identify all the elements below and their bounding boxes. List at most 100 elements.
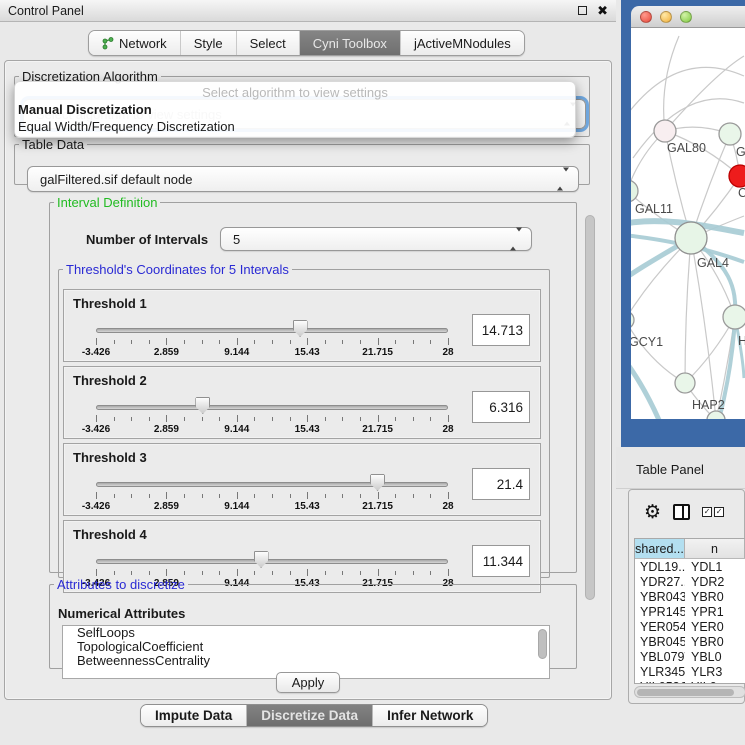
- slider-ticks: [96, 415, 448, 423]
- table-cell[interactable]: YER0: [685, 620, 745, 634]
- tab-impute-data[interactable]: Impute Data: [141, 705, 247, 726]
- float-window-icon[interactable]: [578, 6, 587, 15]
- threshold-slider[interactable]: -3.4262.8599.14415.4321.71528: [90, 472, 454, 514]
- table-row[interactable]: YLR345WYLR3: [635, 664, 745, 679]
- settings-scrollbar-thumb[interactable]: [585, 215, 595, 600]
- slider-track[interactable]: [96, 482, 448, 487]
- network-node[interactable]: [719, 123, 741, 145]
- settings-scrollbar[interactable]: [585, 207, 596, 647]
- network-node[interactable]: [631, 180, 638, 202]
- tick-mark: [430, 494, 431, 498]
- table-cell[interactable]: YBR043C: [635, 590, 685, 604]
- network-edge[interactable]: [631, 358, 659, 419]
- threshold-slider[interactable]: -3.4262.8599.14415.4321.71528: [90, 318, 454, 360]
- number-of-intervals-combo[interactable]: 5: [220, 227, 532, 251]
- network-node[interactable]: [675, 373, 695, 393]
- slider-track[interactable]: [96, 328, 448, 333]
- threshold-value-field[interactable]: 14.713: [472, 314, 530, 346]
- apply-button[interactable]: Apply: [276, 672, 340, 693]
- network-node[interactable]: [654, 120, 676, 142]
- list-scrollbar[interactable]: [537, 628, 548, 678]
- node-label: GCY1: [631, 335, 663, 349]
- table-cell[interactable]: YPR1: [685, 605, 745, 619]
- table-cell[interactable]: YBR0: [685, 590, 745, 604]
- split-columns-icon[interactable]: [673, 504, 690, 520]
- tick-label: 21.715: [362, 424, 393, 435]
- tab-cyni-toolbox[interactable]: Cyni Toolbox: [300, 31, 401, 55]
- table-row[interactable]: YIL052CYIL0: [635, 679, 745, 684]
- table-cell[interactable]: YLR345W: [635, 665, 685, 679]
- table-data-combo[interactable]: galFiltered.sif default node: [27, 166, 579, 192]
- table-row[interactable]: YDR27...YDR2: [635, 574, 745, 589]
- attribute-list-item[interactable]: BetweennessCentrality: [63, 654, 549, 668]
- slider-thumb[interactable]: [293, 320, 308, 337]
- column-header-name[interactable]: n: [685, 539, 745, 558]
- dropdown-placeholder-item[interactable]: Select algorithm to view settings: [15, 82, 575, 101]
- table-cell[interactable]: YPR145W: [635, 605, 685, 619]
- network-node[interactable]: [723, 305, 745, 329]
- table-cell[interactable]: YDL19...: [635, 560, 685, 574]
- table-hscrollbar-thumb[interactable]: [637, 689, 734, 696]
- threshold-value-field[interactable]: 11.344: [472, 545, 530, 577]
- gear-icon[interactable]: ⚙: [644, 503, 661, 522]
- threshold-value-field[interactable]: 6.316: [472, 391, 530, 423]
- numerical-attributes-list[interactable]: SelfLoopsTopologicalCoefficientBetweenne…: [62, 625, 550, 679]
- minimize-traffic-light[interactable]: [660, 11, 672, 23]
- table-row[interactable]: YER054CYER0: [635, 619, 745, 634]
- table-cell[interactable]: YDR27...: [635, 575, 685, 589]
- slider-track[interactable]: [96, 405, 448, 410]
- table-row[interactable]: YDL19...YDL1: [635, 559, 745, 574]
- threshold-value-field[interactable]: 21.4: [472, 468, 530, 500]
- network-edge[interactable]: [685, 238, 691, 383]
- table-cell[interactable]: YER054C: [635, 620, 685, 634]
- tab-infer-network[interactable]: Infer Network: [373, 705, 487, 726]
- dropdown-option-equal-width[interactable]: Equal Width/Frequency Discretization: [15, 118, 575, 135]
- node-attribute-table[interactable]: shared...nYDL19...YDL1YDR27...YDR2YBR043…: [634, 538, 745, 684]
- table-row[interactable]: YBR043CYBR0: [635, 589, 745, 604]
- slider-thumb[interactable]: [254, 551, 269, 568]
- slider-ticks: [96, 569, 448, 577]
- tab-jactivemnodules[interactable]: jActiveMNodules: [401, 31, 524, 55]
- table-hscrollbar[interactable]: [634, 686, 745, 698]
- close-traffic-light[interactable]: [640, 11, 652, 23]
- algorithm-dropdown-popup: Select algorithm to view settings Manual…: [14, 81, 576, 138]
- table-cell[interactable]: YDR2: [685, 575, 745, 589]
- attribute-list-item[interactable]: SelfLoops: [63, 626, 549, 640]
- column-header-shared-name[interactable]: shared...: [635, 539, 685, 558]
- column-visibility-icon[interactable]: ✓ ✓: [702, 507, 724, 517]
- network-node[interactable]: [729, 165, 745, 187]
- slider-track[interactable]: [96, 559, 448, 564]
- tab-style[interactable]: Style: [181, 31, 237, 55]
- network-edge[interactable]: [631, 320, 685, 383]
- table-cell[interactable]: YBR045C: [635, 635, 685, 649]
- network-window-titlebar[interactable]: [631, 6, 745, 28]
- table-cell[interactable]: YBL0: [685, 650, 745, 664]
- table-row[interactable]: YBL079WYBL0: [635, 649, 745, 664]
- slider-thumb[interactable]: [370, 474, 385, 491]
- tick-mark: [166, 415, 167, 422]
- network-node[interactable]: [675, 222, 707, 254]
- dropdown-option-manual[interactable]: Manual Discretization: [15, 101, 575, 118]
- table-row[interactable]: YBR045CYBR0: [635, 634, 745, 649]
- threshold-panel: Threshold 1-3.4262.8599.14415.4321.71528…: [63, 289, 541, 362]
- tab-discretize-data[interactable]: Discretize Data: [247, 705, 373, 726]
- table-cell[interactable]: YLR3: [685, 665, 745, 679]
- network-canvas[interactable]: GAL80GAL11GAL4GCY1HAP2GCH: [631, 28, 745, 419]
- table-cell[interactable]: YBR0: [685, 635, 745, 649]
- table-cell[interactable]: YIL052C: [635, 680, 685, 685]
- table-cell[interactable]: YDL1: [685, 560, 745, 574]
- tick-mark: [149, 494, 150, 498]
- tab-select[interactable]: Select: [237, 31, 300, 55]
- tab-network[interactable]: Network: [89, 31, 181, 55]
- close-icon[interactable]: ✖: [597, 6, 608, 15]
- slider-thumb[interactable]: [195, 397, 210, 414]
- tick-mark: [184, 494, 185, 498]
- table-row[interactable]: YPR145WYPR1: [635, 604, 745, 619]
- table-cell[interactable]: YIL0: [685, 680, 745, 685]
- attribute-list-item[interactable]: TopologicalCoefficient: [63, 640, 549, 654]
- threshold-slider[interactable]: -3.4262.8599.14415.4321.71528: [90, 395, 454, 437]
- table-cell[interactable]: YBL079W: [635, 650, 685, 664]
- zoom-traffic-light[interactable]: [680, 11, 692, 23]
- network-edge[interactable]: [631, 67, 744, 120]
- network-node[interactable]: [631, 311, 634, 329]
